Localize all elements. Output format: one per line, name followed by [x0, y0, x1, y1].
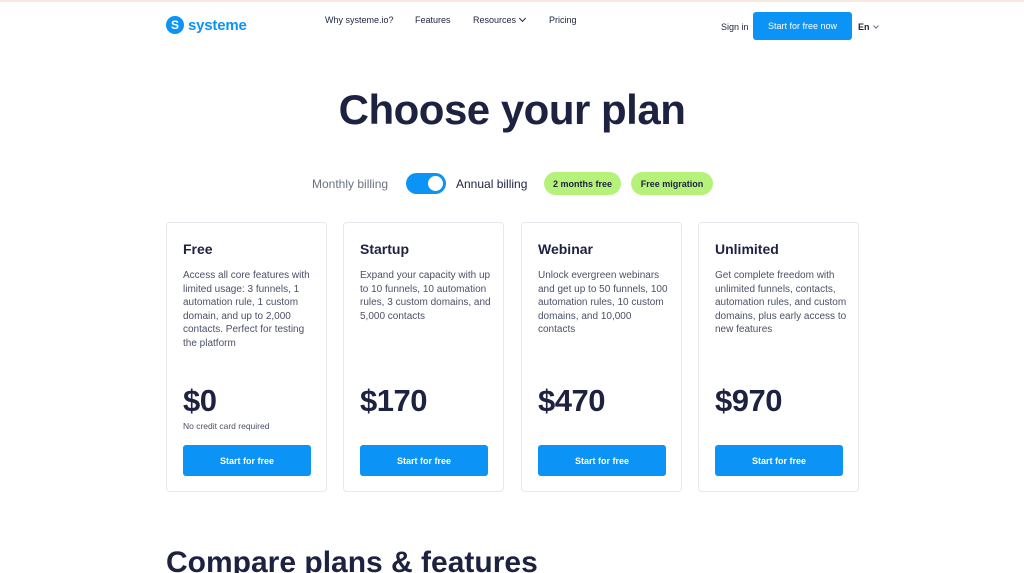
plan-name: Webinar: [538, 241, 593, 257]
nav-pricing[interactable]: Pricing: [549, 15, 577, 25]
plan-card-free: Free Access all core features with limit…: [166, 222, 327, 492]
monthly-billing-label[interactable]: Monthly billing: [312, 177, 388, 191]
logo[interactable]: S systeme: [166, 16, 247, 34]
plan-name: Unlimited: [715, 241, 779, 257]
plan-note: No credit card required: [183, 421, 270, 431]
nav-resources[interactable]: Resources: [473, 14, 527, 25]
badge-two-months-free: 2 months free: [544, 172, 621, 195]
start-free-now-button[interactable]: Start for free now: [753, 12, 852, 40]
start-for-free-button[interactable]: Start for free: [538, 445, 666, 476]
plan-name: Startup: [360, 241, 409, 257]
plan-card-unlimited: Unlimited Get complete freedom with unli…: [698, 222, 859, 492]
language-label: En: [858, 22, 870, 32]
page-title: Choose your plan: [338, 86, 686, 133]
plan-description: Get complete freedom with unlimited funn…: [715, 270, 847, 336]
plan-card-startup: Startup Expand your capacity with up to …: [343, 222, 504, 492]
logo-icon: S: [166, 16, 184, 34]
plan-description: Access all core features with limited us…: [183, 270, 310, 349]
nav-why-systeme[interactable]: Why systeme.io?: [325, 15, 394, 25]
start-for-free-button[interactable]: Start for free: [183, 445, 311, 476]
plan-description: Unlock evergreen webinars and get up to …: [538, 270, 668, 336]
toggle-knob: [428, 176, 443, 191]
plan-price: $170: [360, 383, 427, 418]
plan-price: $0: [183, 383, 217, 418]
logo-text: systeme: [188, 16, 247, 34]
start-for-free-button[interactable]: Start for free: [715, 445, 843, 476]
annual-billing-label[interactable]: Annual billing: [456, 177, 527, 191]
plan-price: $970: [715, 383, 782, 418]
badge-free-migration: Free migration: [631, 172, 713, 195]
sign-in-link[interactable]: Sign in: [721, 22, 749, 32]
plan-name: Free: [183, 241, 213, 257]
nav-features[interactable]: Features: [415, 15, 451, 25]
compare-heading: Compare plans & features: [166, 546, 538, 573]
site-header: S systeme Why systeme.io? Features Resou…: [0, 2, 1024, 48]
plan-description: Expand your capacity with up to 10 funne…: [360, 270, 491, 322]
start-for-free-button[interactable]: Start for free: [360, 445, 488, 476]
plan-price: $470: [538, 383, 605, 418]
nav-resources-label: Resources: [473, 15, 517, 25]
plan-card-webinar: Webinar Unlock evergreen webinars and ge…: [521, 222, 682, 492]
chevron-down-icon: [872, 23, 879, 29]
billing-toggle[interactable]: [406, 173, 446, 194]
chevron-down-icon: [518, 14, 527, 23]
language-selector[interactable]: En: [858, 22, 879, 32]
